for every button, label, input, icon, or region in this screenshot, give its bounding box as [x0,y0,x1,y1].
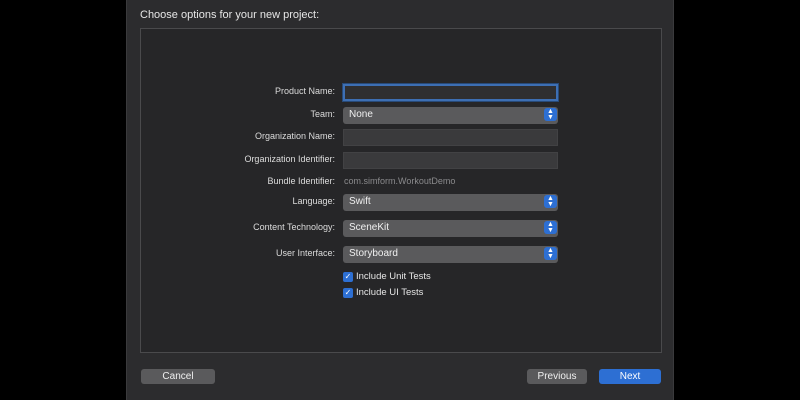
organization-name-field[interactable] [343,129,558,146]
cancel-button[interactable]: Cancel [141,369,215,384]
language-row: Language: Swift ▲ ▼ [140,193,662,213]
organization-identifier-row: Organization Identifier: [140,151,662,171]
include-ui-tests-checkbox[interactable]: ✓ Include UI Tests [343,287,423,301]
next-button[interactable]: Next [599,369,661,384]
chevron-up-down-icon: ▲ ▼ [544,195,557,208]
bundle-identifier-value: com.simform.WorkoutDemo [344,176,456,186]
user-interface-row: User Interface: Storyboard ▲ ▼ [140,245,662,265]
chevron-up-down-icon: ▲ ▼ [544,221,557,234]
dialog-title: Choose options for your new project: [140,9,320,21]
team-row: Team: None ▲ ▼ [140,106,662,126]
language-popup[interactable]: Swift ▲ ▼ [343,194,558,211]
team-popup[interactable]: None ▲ ▼ [343,107,558,124]
checkmark-icon: ✓ [343,271,353,282]
include-ui-tests-label: Include UI Tests [356,287,424,298]
organization-name-row: Organization Name: [140,128,662,148]
include-unit-tests-label: Include Unit Tests [356,271,431,282]
content-technology-label: Content Technology: [253,222,335,232]
organization-name-label: Organization Name: [254,131,335,141]
previous-button[interactable]: Previous [527,369,587,384]
team-popup-value: None [349,109,373,120]
content-technology-popup[interactable]: SceneKit ▲ ▼ [343,220,558,237]
organization-identifier-label: Organization Identifier: [244,154,335,164]
language-popup-value: Swift [349,196,371,207]
content-technology-row: Content Technology: SceneKit ▲ ▼ [140,219,662,239]
user-interface-popup[interactable]: Storyboard ▲ ▼ [343,246,558,263]
product-name-row: Product Name: [140,83,662,103]
product-name-field[interactable] [343,84,558,101]
content-technology-popup-value: SceneKit [349,222,390,233]
bundle-identifier-row: Bundle Identifier: com.simform.WorkoutDe… [140,173,662,193]
team-label: Team: [310,109,335,119]
language-label: Language: [292,196,335,206]
user-interface-popup-value: Storyboard [349,248,398,259]
organization-identifier-field[interactable] [343,152,558,169]
chevron-up-down-icon: ▲ ▼ [544,108,557,121]
user-interface-label: User Interface: [275,248,335,258]
bundle-identifier-label: Bundle Identifier: [267,176,335,186]
include-unit-tests-checkbox[interactable]: ✓ Include Unit Tests [343,271,431,285]
product-name-label: Product Name: [274,86,335,96]
chevron-up-down-icon: ▲ ▼ [544,247,557,260]
checkmark-icon: ✓ [343,287,353,298]
